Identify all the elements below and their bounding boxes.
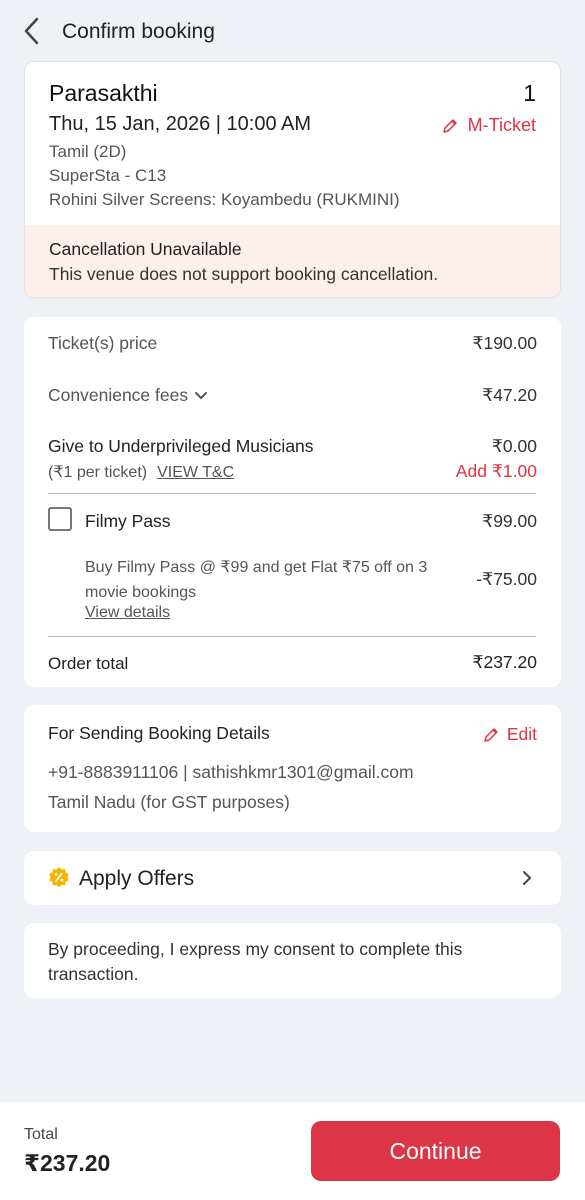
- order-total-label: Order total: [48, 654, 129, 673]
- donation-label: Give to Underprivileged Musicians: [48, 436, 314, 456]
- pencil-icon: [484, 727, 498, 742]
- pencil-icon: [442, 118, 457, 133]
- gst-state: Tamil Nadu (for GST purposes): [48, 792, 290, 812]
- edit-label: Edit: [506, 724, 537, 744]
- donation-per-ticket: (₹1 per ticket): [48, 464, 148, 481]
- ticket-price-value: ₹190.00: [472, 333, 537, 353]
- back-arrow-icon: [24, 17, 39, 45]
- edit-contact-button[interactable]: Edit: [483, 724, 537, 745]
- ticket-quantity: 1: [523, 80, 536, 106]
- bottom-bar: Total ₹237.20 Continue: [0, 1102, 585, 1200]
- convenience-fees-label: Convenience fees: [48, 385, 189, 405]
- venue: Rohini Silver Screens: Koyambedu (RUKMIN…: [49, 190, 400, 209]
- consent-card: By proceeding, I express my consent to c…: [24, 923, 561, 998]
- language: Tamil (2D): [49, 142, 127, 161]
- contact-title: For Sending Booking Details: [48, 723, 270, 743]
- cancellation-title: Cancellation Unavailable: [49, 239, 242, 259]
- booking-details-card: For Sending Booking Details Edit +91-888…: [24, 705, 561, 832]
- chevron-down-icon: [195, 391, 208, 399]
- show-datetime: Thu, 15 Jan, 2026 | 10:00 AM: [49, 113, 312, 135]
- apply-offers-button[interactable]: Apply Offers: [24, 851, 561, 905]
- cancellation-notice: Cancellation Unavailable This venue does…: [25, 225, 560, 297]
- booking-card: Parasakthi 1 Thu, 15 Jan, 2026 | 10:00 A…: [24, 61, 561, 298]
- donation-subtext: (₹1 per ticket) VIEW T&C: [48, 462, 234, 482]
- discount-badge-icon: [49, 867, 69, 888]
- continue-button[interactable]: Continue: [311, 1121, 560, 1181]
- filmy-pass-checkbox[interactable]: [48, 507, 72, 531]
- apply-offers-label: Apply Offers: [79, 867, 195, 890]
- consent-text: By proceeding, I express my consent to c…: [48, 939, 463, 984]
- filmy-pass-label: Filmy Pass: [85, 511, 171, 531]
- m-ticket-label: M-Ticket: [467, 115, 536, 135]
- order-total-value: ₹237.20: [472, 652, 537, 672]
- donation-amount: ₹0.00: [491, 436, 537, 456]
- app-header: Confirm booking: [0, 0, 585, 64]
- price-summary-card: Ticket(s) price ₹190.00 Convenience fees…: [24, 317, 561, 687]
- ticket-price-label: Ticket(s) price: [48, 333, 158, 353]
- divider: [48, 636, 536, 637]
- convenience-fees-toggle[interactable]: Convenience fees: [48, 385, 208, 406]
- m-ticket-button[interactable]: M-Ticket: [442, 115, 536, 136]
- chevron-right-icon: [523, 871, 532, 885]
- filmy-pass-price: ₹99.00: [482, 511, 537, 531]
- view-details-link[interactable]: View details: [85, 604, 170, 622]
- movie-title: Parasakthi: [49, 80, 158, 106]
- cancellation-message: This venue does not support booking canc…: [49, 264, 439, 284]
- contact-details: +91-8883911106 | sathishkmr1301@gmail.co…: [48, 762, 414, 782]
- filmy-pass-discount: -₹75.00: [476, 569, 537, 589]
- back-button[interactable]: [16, 14, 46, 48]
- add-donation-button[interactable]: Add ₹1.00: [456, 461, 537, 482]
- seat-info: SuperSta - C13: [49, 166, 167, 185]
- page-title: Confirm booking: [62, 20, 215, 43]
- divider: [48, 493, 536, 494]
- total-label: Total: [24, 1126, 58, 1143]
- view-tc-link[interactable]: VIEW T&C: [157, 464, 234, 481]
- total-amount: ₹237.20: [24, 1150, 111, 1176]
- filmy-pass-description: Buy Filmy Pass @ ₹99 and get Flat ₹75 of…: [85, 559, 428, 601]
- convenience-fees-value: ₹47.20: [482, 385, 537, 405]
